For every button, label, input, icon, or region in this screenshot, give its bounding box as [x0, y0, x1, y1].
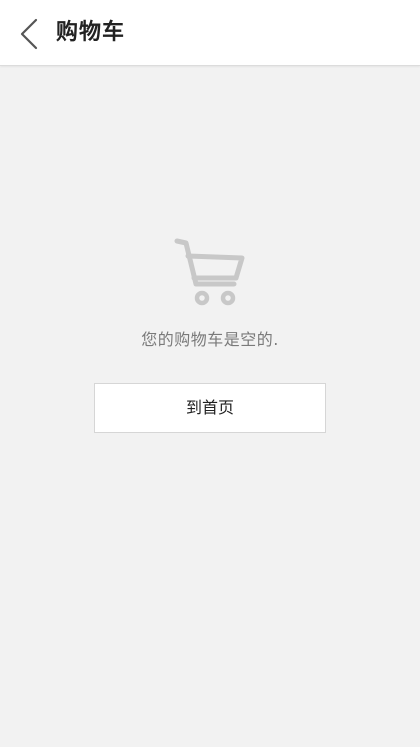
- cart-icon: [174, 238, 245, 306]
- empty-cart-message: 您的购物车是空的.: [141, 330, 279, 349]
- go-home-button[interactable]: 到首页: [94, 383, 326, 433]
- top-app-bar: 购物车: [0, 0, 420, 66]
- chevron-left-icon: [20, 18, 38, 50]
- back-button[interactable]: [12, 14, 48, 54]
- page-title: 购物车: [56, 20, 126, 45]
